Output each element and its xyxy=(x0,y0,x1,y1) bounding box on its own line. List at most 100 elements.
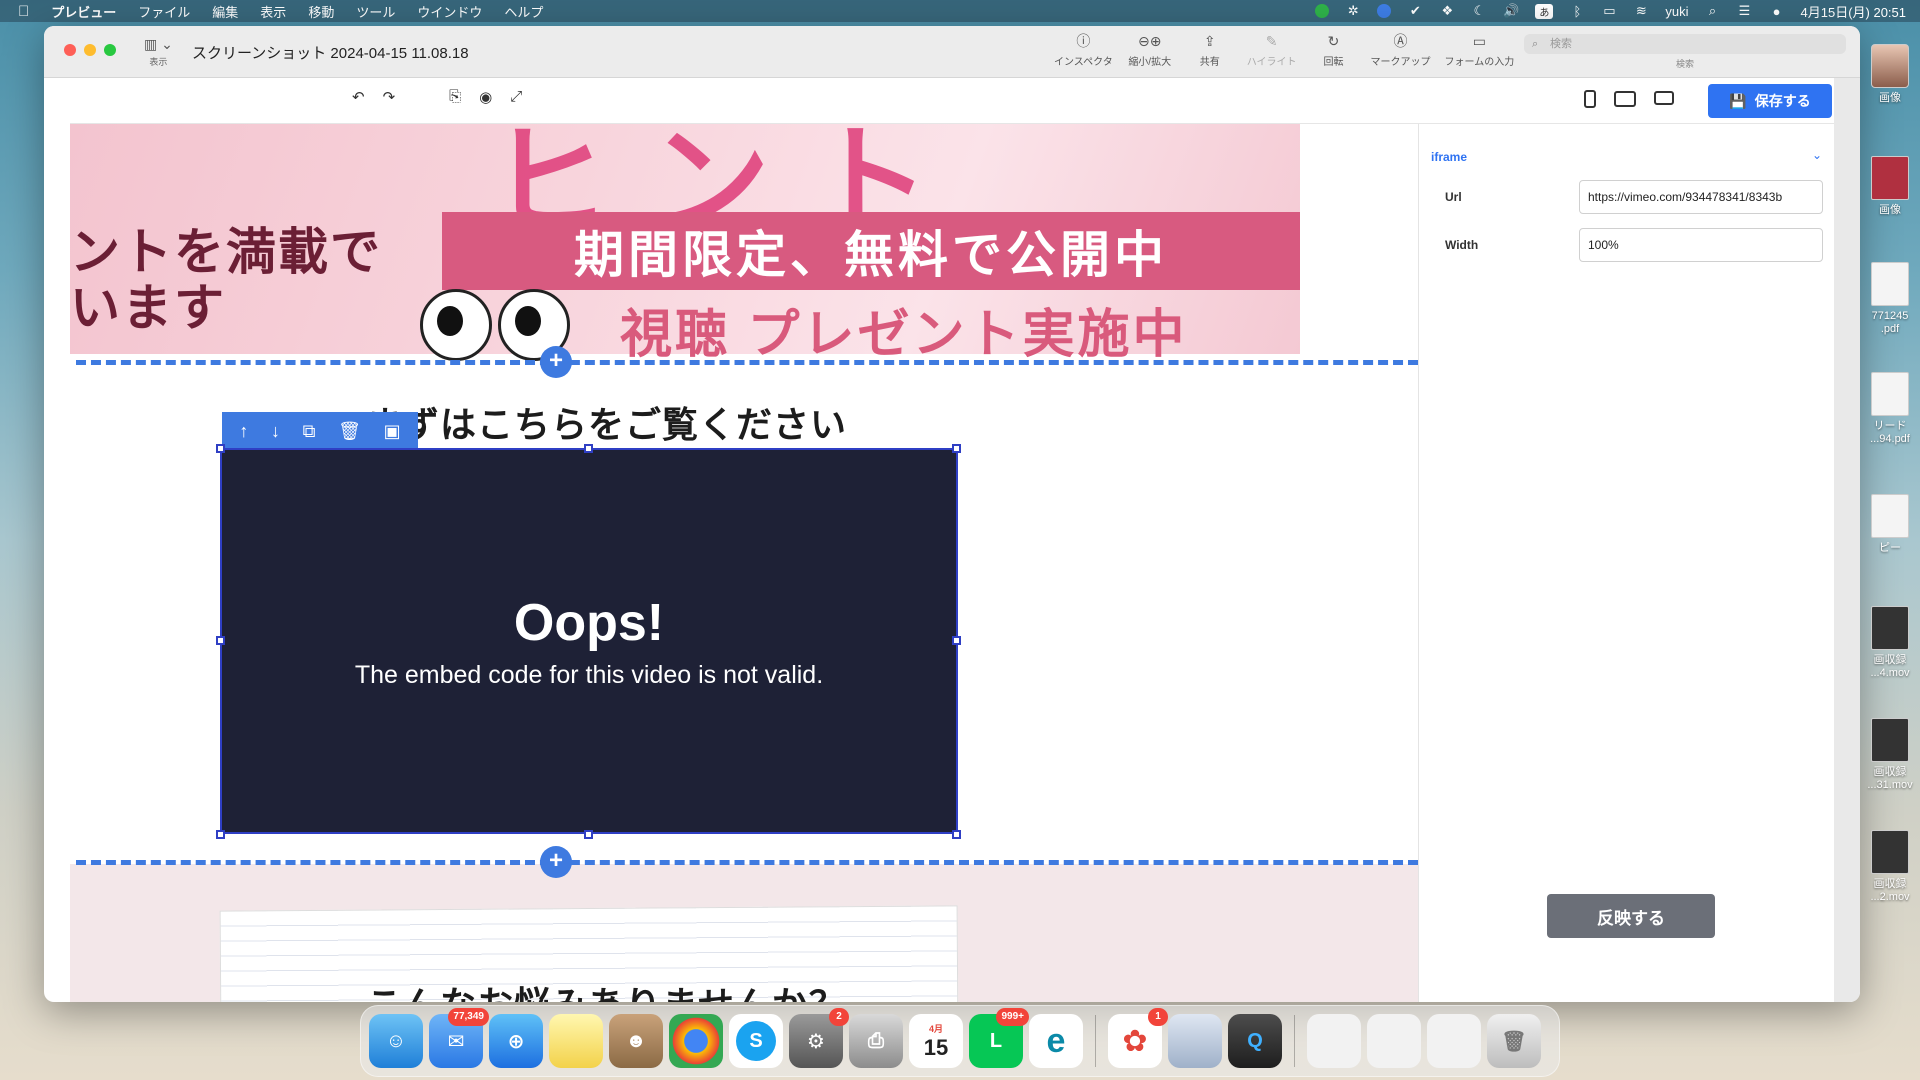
menu-view[interactable]: 表示 xyxy=(260,2,286,21)
redo-icon[interactable]: ↷ xyxy=(383,88,396,106)
menu-edit[interactable]: 編集 xyxy=(212,2,238,21)
resize-handle[interactable] xyxy=(952,830,961,839)
dropbox-icon[interactable]: ❖ xyxy=(1439,3,1455,19)
editor-canvas: ヒント 期間限定、無料で公開中 ントを満載で います 視聴 プレゼント実施中 +… xyxy=(70,124,1418,1002)
desktop-file[interactable]: 画像 xyxy=(1862,44,1918,105)
flower-app-icon[interactable]: ✿ 1 xyxy=(1108,1008,1168,1068)
wifi-icon[interactable]: ≋ xyxy=(1633,3,1649,19)
stack-thumbnail-icon[interactable] xyxy=(1307,1014,1361,1068)
resize-handle[interactable] xyxy=(584,444,593,453)
preview-app-icon[interactable] xyxy=(1168,1014,1222,1068)
duplicate-icon[interactable]: ⧉ xyxy=(303,421,316,442)
stack-thumbnail-icon[interactable] xyxy=(1427,1014,1481,1068)
menu-go[interactable]: 移動 xyxy=(308,2,334,21)
banner-image[interactable]: ヒント 期間限定、無料で公開中 ントを満載で います 視聴 プレゼント実施中 xyxy=(70,124,1300,364)
line-status-icon[interactable] xyxy=(1315,4,1330,18)
rotate-button[interactable]: ↻ 回転 xyxy=(1311,32,1357,68)
menu-help[interactable]: ヘルプ xyxy=(504,2,543,21)
check-icon[interactable]: ✔ xyxy=(1407,3,1423,19)
system-settings-icon[interactable]: ⚙ 2 xyxy=(789,1008,849,1068)
menu-window[interactable]: ウインドウ xyxy=(417,2,482,21)
width-field[interactable]: 100% xyxy=(1579,228,1823,262)
battery-icon[interactable]: ▭ xyxy=(1601,3,1617,19)
resize-handle[interactable] xyxy=(216,636,225,645)
line-icon[interactable]: L 999+ xyxy=(969,1008,1029,1068)
sun-icon[interactable]: ✲ xyxy=(1345,3,1361,19)
menu-app-name[interactable]: プレビュー xyxy=(51,2,116,21)
move-down-icon[interactable]: ↓ xyxy=(271,421,280,442)
trash-bin-icon[interactable]: 🗑 xyxy=(1487,1014,1541,1068)
e-app-icon[interactable]: e xyxy=(1029,1014,1083,1068)
mobile-view-icon[interactable] xyxy=(1584,90,1596,108)
image-settings-icon[interactable]: ▣ xyxy=(384,421,401,442)
trash-icon[interactable]: 🗑 xyxy=(338,421,361,442)
section-title[interactable]: まずはこちらをご覧ください xyxy=(366,396,847,448)
markup-button[interactable]: Ⓐ マークアップ xyxy=(1371,32,1431,68)
share-button[interactable]: ⇪ 共有 xyxy=(1187,32,1233,68)
minimize-window-button[interactable] xyxy=(84,44,96,56)
highlight-button[interactable]: ✎ ハイライト xyxy=(1247,32,1297,68)
volume-icon[interactable]: 🔊 xyxy=(1503,3,1519,19)
desktop-file[interactable]: ピー xyxy=(1862,494,1918,555)
bluetooth-icon[interactable]: ᛒ xyxy=(1569,3,1585,19)
siri-icon[interactable]: ● xyxy=(1769,3,1785,19)
copy-icon[interactable]: ⎘ xyxy=(449,88,461,106)
preview-eye-icon[interactable]: ◉ xyxy=(479,88,492,106)
add-section-button[interactable]: + xyxy=(540,846,572,878)
tablet-view-icon[interactable] xyxy=(1614,91,1636,107)
panel-header[interactable]: iframe xyxy=(1431,150,1467,164)
menu-clock[interactable]: 4月15日(月) 20:51 xyxy=(1801,2,1907,21)
quicktime-icon[interactable]: Q xyxy=(1228,1014,1282,1068)
printer-icon[interactable]: ⎙ xyxy=(849,1014,903,1068)
contacts-icon[interactable]: ☻ xyxy=(609,1014,663,1068)
input-method-icon[interactable]: あ xyxy=(1535,3,1554,19)
desktop-file[interactable]: 画収録 ...4.mov xyxy=(1862,606,1918,680)
search-input[interactable]: ⌕ 検索 xyxy=(1524,34,1846,54)
chevron-down-icon[interactable]: ⌄ xyxy=(1812,148,1822,162)
resize-handle[interactable] xyxy=(952,444,961,453)
desktop-file[interactable]: 画像 xyxy=(1862,156,1918,217)
spotlight-search-icon[interactable]: ⌕ xyxy=(1705,3,1721,19)
undo-icon[interactable]: ↶ xyxy=(352,88,365,106)
zoom-button[interactable]: ⊖⊕ 縮小/拡大 xyxy=(1127,32,1173,68)
search-label: 検索 xyxy=(1675,59,1694,69)
desktop-file[interactable]: リード ...94.pdf xyxy=(1862,372,1918,446)
add-section-button[interactable]: + xyxy=(540,346,572,378)
close-window-button[interactable] xyxy=(64,44,76,56)
mail-icon[interactable]: ✉ 77,349 xyxy=(429,1008,489,1068)
desktop-file[interactable]: 画収録 ...2.mov xyxy=(1862,830,1918,904)
skype-icon[interactable]: S xyxy=(729,1014,783,1068)
apple-menu-icon[interactable]:  xyxy=(18,3,29,20)
next-section-title[interactable]: こんなお悩みありませんか？ xyxy=(366,976,846,1002)
sidebar-toggle-button[interactable]: ▥ ⌄ 表示 xyxy=(144,36,173,68)
menu-file[interactable]: ファイル xyxy=(138,2,190,21)
zoom-window-button[interactable] xyxy=(104,44,116,56)
resize-handle[interactable] xyxy=(584,830,593,839)
stack-thumbnail-icon[interactable] xyxy=(1367,1014,1421,1068)
user-name[interactable]: yuki xyxy=(1665,4,1688,19)
finder-icon[interactable]: ☺ xyxy=(369,1014,423,1068)
safari-icon[interactable]: ⊕ xyxy=(489,1014,543,1068)
desktop-view-icon[interactable] xyxy=(1654,91,1674,105)
control-center-icon[interactable]: ☰ xyxy=(1737,3,1753,19)
desktop-file[interactable]: 画収録 ...31.mov xyxy=(1862,718,1918,792)
notes-icon[interactable] xyxy=(549,1014,603,1068)
info-status-icon[interactable] xyxy=(1377,4,1392,18)
resize-handle[interactable] xyxy=(952,636,961,645)
calendar-icon[interactable]: 4月 15 xyxy=(909,1014,963,1068)
chrome-icon[interactable] xyxy=(669,1014,723,1068)
resize-handle[interactable] xyxy=(216,444,225,453)
desktop-file[interactable]: 771245 .pdf xyxy=(1862,262,1918,336)
fullscreen-icon[interactable]: ⤢ xyxy=(510,88,522,106)
inspector-button[interactable]: ⓘ インスペクタ xyxy=(1054,32,1113,68)
save-button[interactable]: 💾 保存する xyxy=(1708,84,1832,118)
move-up-icon[interactable]: ↑ xyxy=(239,421,248,442)
url-field[interactable]: https://vimeo.com/934478341/8343b xyxy=(1579,180,1823,214)
fill-form-button[interactable]: ▭ フォームの入力 xyxy=(1445,32,1515,68)
moon-icon[interactable]: ☾ xyxy=(1471,3,1487,19)
apply-button[interactable]: 反映する xyxy=(1547,894,1715,938)
resize-handle[interactable] xyxy=(216,830,225,839)
menu-tools[interactable]: ツール xyxy=(356,2,395,21)
video-embed[interactable]: Oops! The embed code for this video is n… xyxy=(220,448,958,834)
preview-window: ▥ ⌄ 表示 スクリーンショット 2024-04-15 11.08.18 ⓘ イ… xyxy=(44,26,1860,1002)
